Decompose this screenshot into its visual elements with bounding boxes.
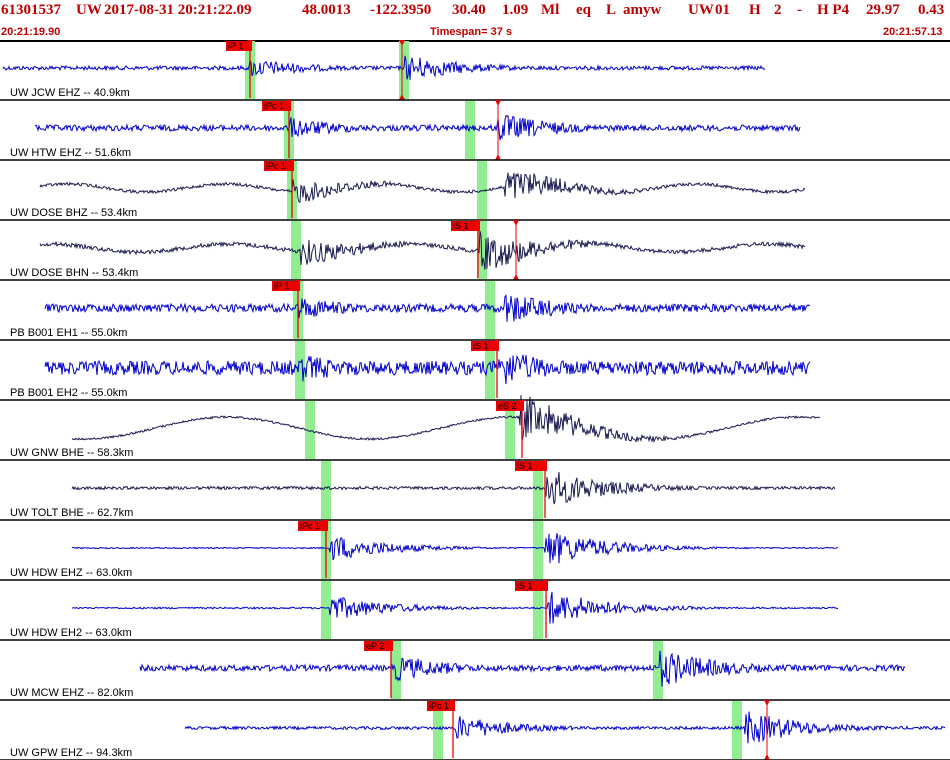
- channel-label: UW DOSE BHZ -- 53.4km: [10, 207, 137, 219]
- seismogram-trace: [34, 114, 801, 141]
- phase-pick-label: iPc 1: [429, 701, 449, 711]
- seismogram-trace: [71, 533, 838, 564]
- channel-label: UW JCW EHZ -- 40.9km: [10, 87, 130, 99]
- seismogram-trace: [39, 172, 806, 203]
- phase-pick-label: iP 1: [274, 281, 289, 291]
- seismogram-trace: [184, 711, 946, 744]
- channel-label: UW MCW EHZ -- 82.0km: [10, 687, 133, 699]
- pick-marker-bottom: [764, 754, 770, 760]
- time-window-marker: [321, 461, 331, 519]
- phase-pick-label: iS 1: [453, 221, 469, 231]
- channel-label: UW HDW EHZ -- 63.0km: [10, 567, 132, 579]
- pick-marker-top: [495, 100, 501, 106]
- phase-pick-label: iS 1: [517, 461, 533, 471]
- phase-pick-label: iS 1: [473, 341, 489, 351]
- phase-pick-label: iPc 1: [266, 161, 286, 171]
- channel-label: UW HTW EHZ -- 51.6km: [10, 147, 131, 159]
- phase-pick-label: iPc 1: [300, 521, 320, 531]
- channel-label: UW GPW EHZ -- 94.3km: [10, 747, 132, 759]
- phase-pick-label: iS 1: [517, 581, 533, 591]
- channel-label: UW TOLT BHE -- 62.7km: [10, 507, 133, 519]
- seismogram-trace: [71, 472, 836, 505]
- time-window-marker: [399, 41, 409, 99]
- channel-label: UW GNW BHE -- 58.3km: [10, 447, 133, 459]
- phase-pick-label: eP 2: [366, 641, 384, 651]
- channel-label: PB B001 EH1 -- 55.0km: [10, 327, 127, 339]
- seismogram-trace: [71, 395, 821, 443]
- seismogram-trace: [39, 230, 806, 270]
- seismogram-trace: [44, 354, 811, 385]
- phase-pick-label: eS 2: [498, 401, 517, 411]
- phase-pick-label: iPc 1: [264, 101, 284, 111]
- time-window-marker: [533, 521, 543, 579]
- seismogram-trace: [44, 294, 811, 322]
- channel-label: UW DOSE BHN -- 53.4km: [10, 267, 138, 279]
- pick-marker-bottom: [513, 274, 519, 280]
- seismogram-trace: [139, 650, 906, 687]
- pick-marker-bottom: [495, 154, 501, 160]
- pick-marker-top: [513, 220, 519, 226]
- channel-label: PB B001 EH2 -- 55.0km: [10, 387, 127, 399]
- seismogram-trace: [2, 55, 766, 80]
- waveform-panel[interactable]: iP 1 UW JCW EHZ -- 40.9km iPc 1 UW HTW EHZ …: [0, 0, 950, 760]
- phase-pick-label: iP 1: [228, 41, 243, 51]
- pick-marker-top: [764, 700, 770, 706]
- seismogram-trace: [71, 591, 839, 624]
- channel-label: UW HDW EH2 -- 63.0km: [10, 627, 132, 639]
